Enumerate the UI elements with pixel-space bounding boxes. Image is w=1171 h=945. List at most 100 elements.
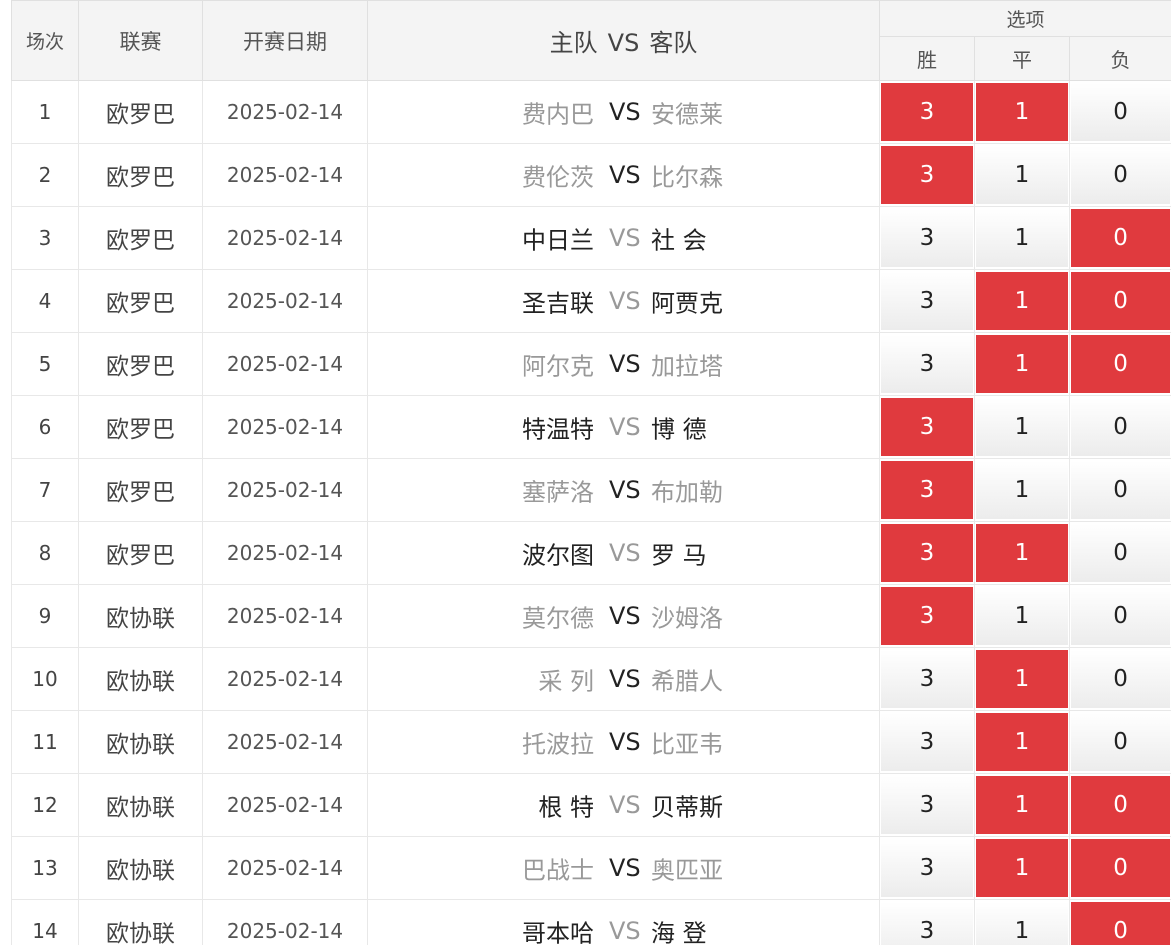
option-lose-button[interactable]: 0 — [1071, 83, 1171, 141]
table-row: 12 欧协联 2025-02-14 根 特 VS 贝蒂斯 3 1 0 — [11, 773, 1171, 837]
league-name: 欧罗巴 — [78, 143, 203, 207]
option-lose-cell: 0 — [1068, 899, 1171, 945]
option-draw-button[interactable]: 1 — [976, 713, 1068, 771]
header-win: 胜 — [879, 36, 975, 81]
option-draw-button[interactable]: 1 — [976, 398, 1068, 456]
match-teams: 巴战士 VS 奥匹亚 — [367, 836, 880, 900]
home-team: 莫尔德 — [522, 604, 594, 633]
away-team: 阿贾克 — [651, 289, 723, 318]
option-win-button[interactable]: 3 — [881, 461, 973, 519]
round-number: 7 — [11, 458, 79, 522]
header-options: 选项 — [878, 0, 1171, 37]
header-home: 主队 — [549, 29, 598, 57]
table-row: 6 欧罗巴 2025-02-14 特温特 VS 博 德 310 — [11, 395, 1171, 459]
option-lose-button[interactable]: 0 — [1071, 272, 1171, 330]
option-draw-button[interactable]: 1 — [976, 83, 1068, 141]
match-teams: 根 特 VS 贝蒂斯 — [367, 773, 880, 837]
match-date: 2025-02-14 — [202, 143, 368, 207]
match-date: 2025-02-14 — [202, 395, 368, 459]
option-win-button[interactable]: 3 — [881, 902, 973, 945]
option-win-button[interactable]: 3 — [881, 713, 973, 771]
table-row: 9 欧协联 2025-02-14 莫尔德 VS 沙姆洛 3 1 0 — [11, 584, 1171, 648]
round-number: 2 — [11, 143, 79, 207]
header-away: 客队 — [649, 29, 698, 57]
option-lose-cell: 0 — [1068, 395, 1171, 459]
option-lose-cell: 0 — [1068, 458, 1171, 522]
option-draw-cell: 1 — [974, 395, 1070, 459]
away-team: 比亚韦 — [651, 730, 723, 759]
option-lose-button[interactable]: 0 — [1071, 524, 1171, 582]
option-lose-button[interactable]: 0 — [1071, 902, 1171, 945]
option-win-button[interactable]: 3 — [881, 272, 973, 330]
option-lose-cell: 0 — [1068, 584, 1171, 648]
option-draw-button[interactable]: 1 — [976, 335, 1068, 393]
option-win-cell: 3 — [879, 143, 975, 207]
option-win-button[interactable]: 3 — [881, 83, 973, 141]
option-lose-cell: 0 — [1068, 647, 1171, 711]
match-date: 2025-02-14 — [202, 836, 368, 900]
option-lose-button[interactable]: 0 — [1071, 209, 1171, 267]
away-team: 罗 马 — [651, 541, 707, 570]
option-draw-button[interactable]: 1 — [976, 650, 1068, 708]
option-draw-button[interactable]: 1 — [976, 776, 1068, 834]
option-draw-button[interactable]: 1 — [976, 146, 1068, 204]
home-team: 中日兰 — [522, 226, 594, 255]
option-win-button[interactable]: 3 — [881, 209, 973, 267]
home-team: 巴战士 — [522, 856, 594, 885]
option-draw-cell: 1 — [974, 332, 1070, 396]
option-win-button[interactable]: 3 — [881, 335, 973, 393]
home-team: 费内巴 — [522, 100, 594, 129]
option-lose-cell: 0 — [1068, 710, 1171, 774]
table-row: 11 欧协联 2025-02-14 托波拉 VS 比亚韦 3 1 0 — [11, 710, 1171, 774]
lottery-table-container: 场次 联赛 开赛日期 主队 VS 客队 选项 胜 平 负 1 欧罗巴 2025-02-1… — [11, 0, 1171, 945]
match-teams: 费内巴 VS 安德莱 — [367, 80, 880, 144]
option-win-button[interactable]: 3 — [881, 146, 973, 204]
header-round: 场次 — [11, 0, 79, 81]
option-lose-cell: 0 — [1068, 143, 1171, 207]
option-lose-button[interactable]: 0 — [1071, 587, 1171, 645]
match-date: 2025-02-14 — [202, 521, 368, 585]
option-draw-cell: 1 — [974, 899, 1070, 945]
option-draw-button[interactable]: 1 — [976, 524, 1068, 582]
option-lose-button[interactable]: 0 — [1071, 713, 1171, 771]
option-win-button[interactable]: 3 — [881, 650, 973, 708]
round-number: 3 — [11, 206, 79, 270]
option-win-button[interactable]: 3 — [881, 776, 973, 834]
option-draw-button[interactable]: 1 — [976, 461, 1068, 519]
option-lose-button[interactable]: 0 — [1071, 776, 1171, 834]
home-team: 塞萨洛 — [522, 478, 594, 507]
option-draw-button[interactable]: 1 — [976, 839, 1068, 897]
option-draw-button[interactable]: 1 — [976, 902, 1068, 945]
match-teams: 特温特 VS 博 德 — [367, 395, 880, 459]
round-number: 1 — [11, 80, 79, 144]
option-lose-button[interactable]: 0 — [1071, 335, 1171, 393]
option-draw-button[interactable]: 1 — [976, 272, 1068, 330]
option-draw-button[interactable]: 1 — [976, 587, 1068, 645]
option-draw-cell: 1 — [974, 710, 1070, 774]
home-team: 费伦茨 — [522, 163, 594, 192]
option-win-button[interactable]: 3 — [881, 839, 973, 897]
league-name: 欧协联 — [78, 773, 203, 837]
option-lose-button[interactable]: 0 — [1071, 839, 1171, 897]
round-number: 6 — [11, 395, 79, 459]
round-number: 4 — [11, 269, 79, 333]
match-teams: 圣吉联 VS 阿贾克 — [367, 269, 880, 333]
option-win-button[interactable]: 3 — [881, 524, 973, 582]
option-lose-button[interactable]: 0 — [1071, 461, 1171, 519]
option-lose-button[interactable]: 0 — [1071, 398, 1171, 456]
option-win-button[interactable]: 3 — [881, 398, 973, 456]
away-team: 社 会 — [651, 226, 707, 255]
option-draw-button[interactable]: 1 — [976, 209, 1068, 267]
round-number: 12 — [11, 773, 79, 837]
option-lose-button[interactable]: 0 — [1071, 650, 1171, 708]
home-team: 托波拉 — [522, 730, 594, 759]
vs-label: VS — [609, 917, 641, 945]
table-row: 7 欧罗巴 2025-02-14 塞萨洛 VS 布加勒 3 1 0 — [11, 458, 1171, 522]
option-win-cell: 3 — [879, 647, 975, 711]
option-lose-button[interactable]: 0 — [1071, 146, 1171, 204]
vs-label: VS — [609, 161, 641, 189]
option-win-cell: 3 — [879, 710, 975, 774]
match-teams: 波尔图 VS 罗 马 — [367, 521, 880, 585]
option-win-button[interactable]: 3 — [881, 587, 973, 645]
match-date: 2025-02-14 — [202, 899, 368, 945]
